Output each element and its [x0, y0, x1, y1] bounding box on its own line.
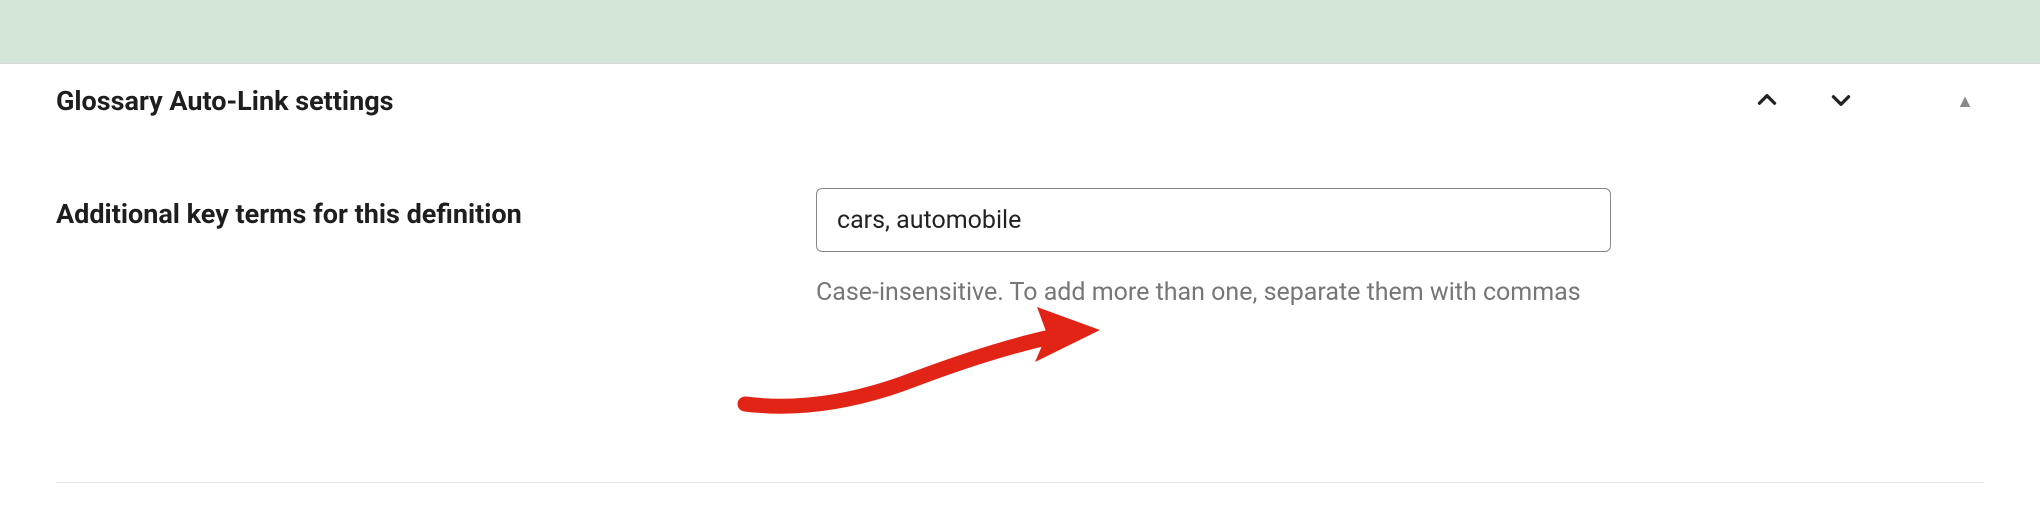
- field-help-text: Case-insensitive. To add more than one, …: [816, 274, 1611, 312]
- section-divider: [56, 482, 1984, 483]
- field-input-wrap: Case-insensitive. To add more than one, …: [816, 188, 1611, 312]
- panel-header: Glossary Auto-Link settings ▲: [0, 64, 2040, 138]
- chevron-up-icon: [1754, 87, 1780, 116]
- panel-body: Additional key terms for this definition…: [0, 138, 2040, 312]
- field-label: Additional key terms for this definition: [56, 188, 816, 230]
- key-terms-input[interactable]: [816, 188, 1611, 252]
- triangle-up-icon: ▲: [1956, 91, 1974, 112]
- move-up-button[interactable]: [1748, 82, 1786, 120]
- move-down-button[interactable]: [1822, 82, 1860, 120]
- notification-band: [0, 0, 2040, 64]
- arrow-annotation: [735, 304, 1105, 423]
- panel-title: Glossary Auto-Link settings: [56, 85, 394, 117]
- chevron-down-icon: [1828, 87, 1854, 116]
- panel-controls: ▲: [1748, 82, 1984, 120]
- field-row: Additional key terms for this definition…: [56, 188, 1984, 312]
- collapse-toggle[interactable]: ▲: [1956, 91, 1974, 112]
